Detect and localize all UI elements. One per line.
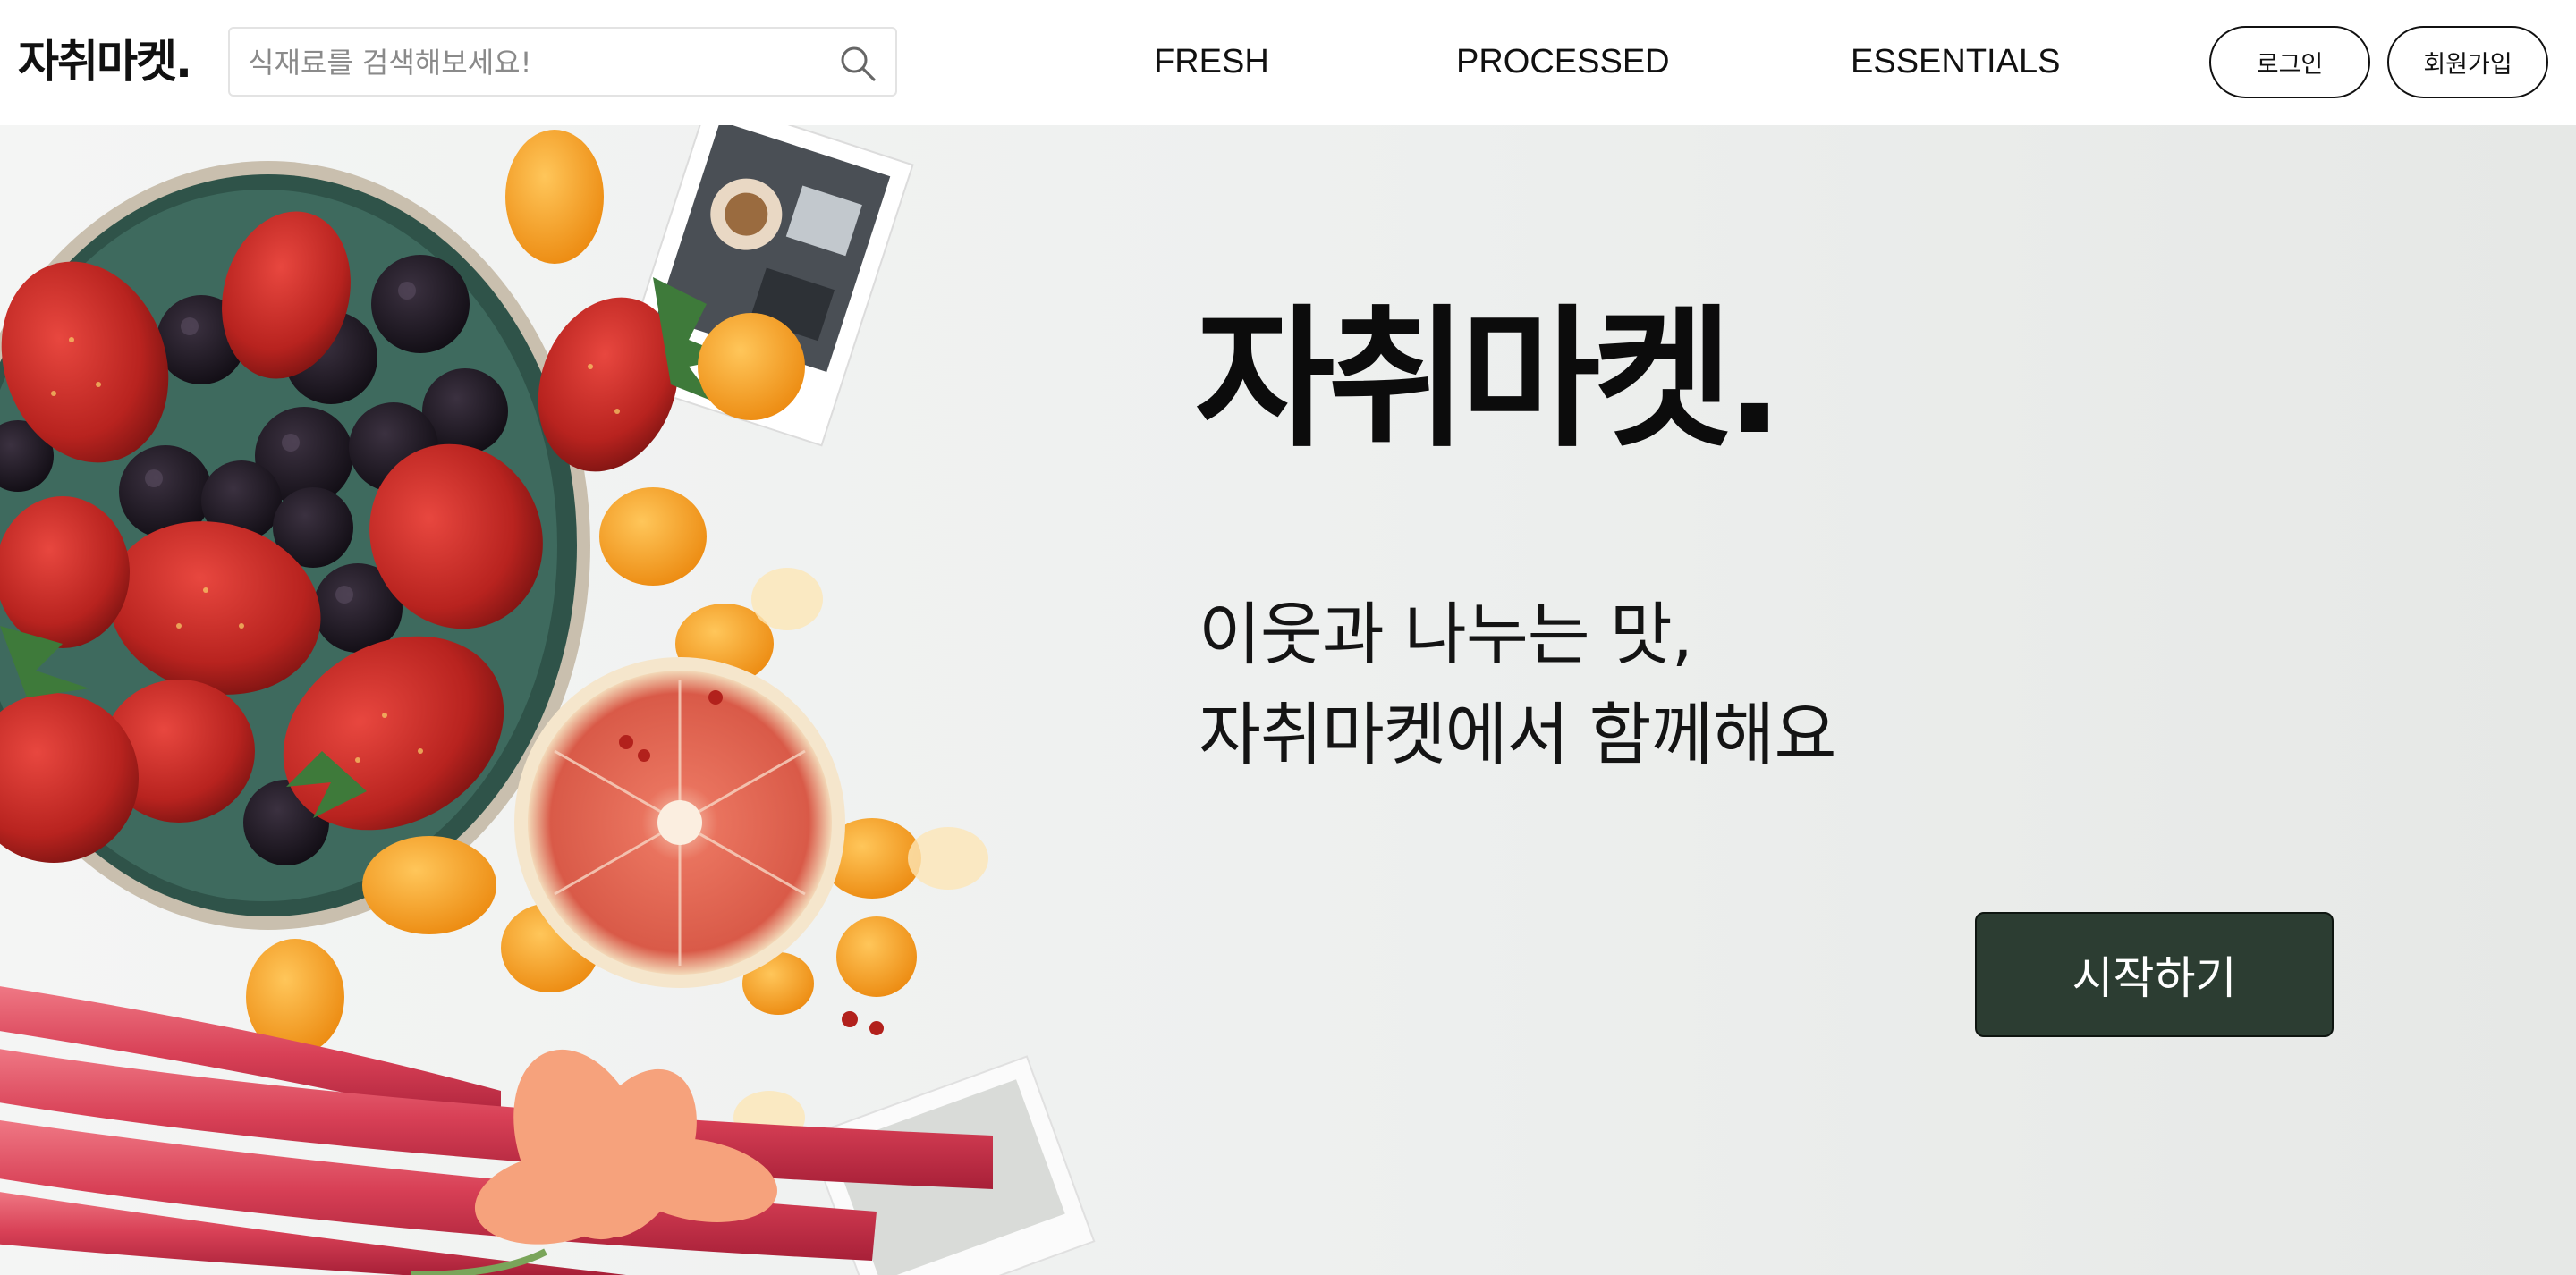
nav-fresh[interactable]: FRESH bbox=[1154, 39, 1269, 84]
fruit-bowl-photo bbox=[0, 125, 1096, 1275]
nav-processed[interactable]: PROCESSED bbox=[1456, 39, 1670, 84]
login-button[interactable]: 로그인 bbox=[2209, 26, 2370, 98]
search-icon[interactable] bbox=[838, 44, 877, 83]
hero-title: 자취마켓. bbox=[1195, 291, 1784, 469]
start-button[interactable]: 시작하기 bbox=[1975, 912, 2334, 1037]
logo[interactable]: 자취마켓. bbox=[18, 30, 192, 93]
nav-essentials[interactable]: ESSENTIALS bbox=[1851, 39, 2060, 84]
hero-subtitle-line1: 이웃과 나누는 맛, bbox=[1199, 595, 1693, 674]
signup-button[interactable]: 회원가입 bbox=[2387, 26, 2548, 98]
hero-subtitle-line2: 자취마켓에서 함께해요 bbox=[1199, 695, 1836, 774]
top-header: 자취마켓. FRESH PROCESSED ESSENTIALS 로그인 회원가… bbox=[0, 0, 2576, 125]
search-bar bbox=[228, 27, 897, 97]
hero-section: 자취마켓. 이웃과 나누는 맛, 자취마켓에서 함께해요 시작하기 bbox=[0, 125, 2576, 1275]
search-input[interactable] bbox=[246, 39, 822, 86]
